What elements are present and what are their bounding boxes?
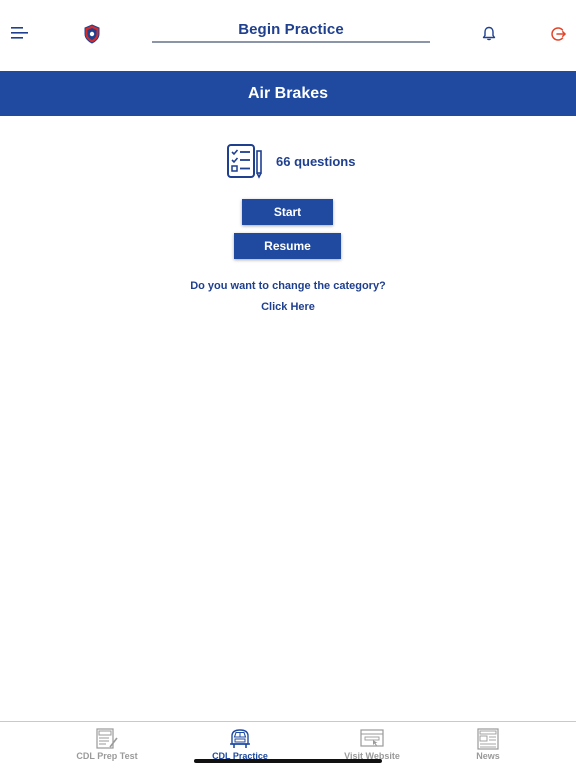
bell-icon[interactable] xyxy=(482,26,496,41)
newspaper-icon xyxy=(477,728,499,750)
question-count: 66 questions xyxy=(276,153,356,169)
page-title: Begin Practice xyxy=(238,21,344,38)
test-sheet-icon xyxy=(96,728,118,749)
tab-label: News xyxy=(476,751,500,761)
checklist-icon xyxy=(227,144,262,179)
tab-news[interactable]: News xyxy=(458,722,518,768)
change-category-prompt: Do you want to change the category? xyxy=(190,280,386,292)
question-count-row: 66 questions xyxy=(226,143,355,179)
title-underline xyxy=(152,41,430,43)
header-bar: Begin Practice xyxy=(0,0,576,71)
shield-logo-icon xyxy=(84,24,100,44)
tab-cdl-prep-test[interactable]: CDL Prep Test xyxy=(66,722,148,768)
menu-icon[interactable] xyxy=(10,25,30,41)
click-here-link[interactable]: Click Here xyxy=(0,301,576,313)
start-button[interactable]: Start xyxy=(242,199,333,225)
browser-icon xyxy=(360,729,384,747)
tab-label: CDL Prep Test xyxy=(76,751,138,761)
logout-icon[interactable] xyxy=(550,26,566,42)
truck-icon xyxy=(230,729,250,748)
category-banner: Air Brakes xyxy=(0,71,576,116)
home-indicator xyxy=(194,759,382,763)
resume-button[interactable]: Resume xyxy=(234,233,341,259)
category-title: Air Brakes xyxy=(247,84,329,102)
